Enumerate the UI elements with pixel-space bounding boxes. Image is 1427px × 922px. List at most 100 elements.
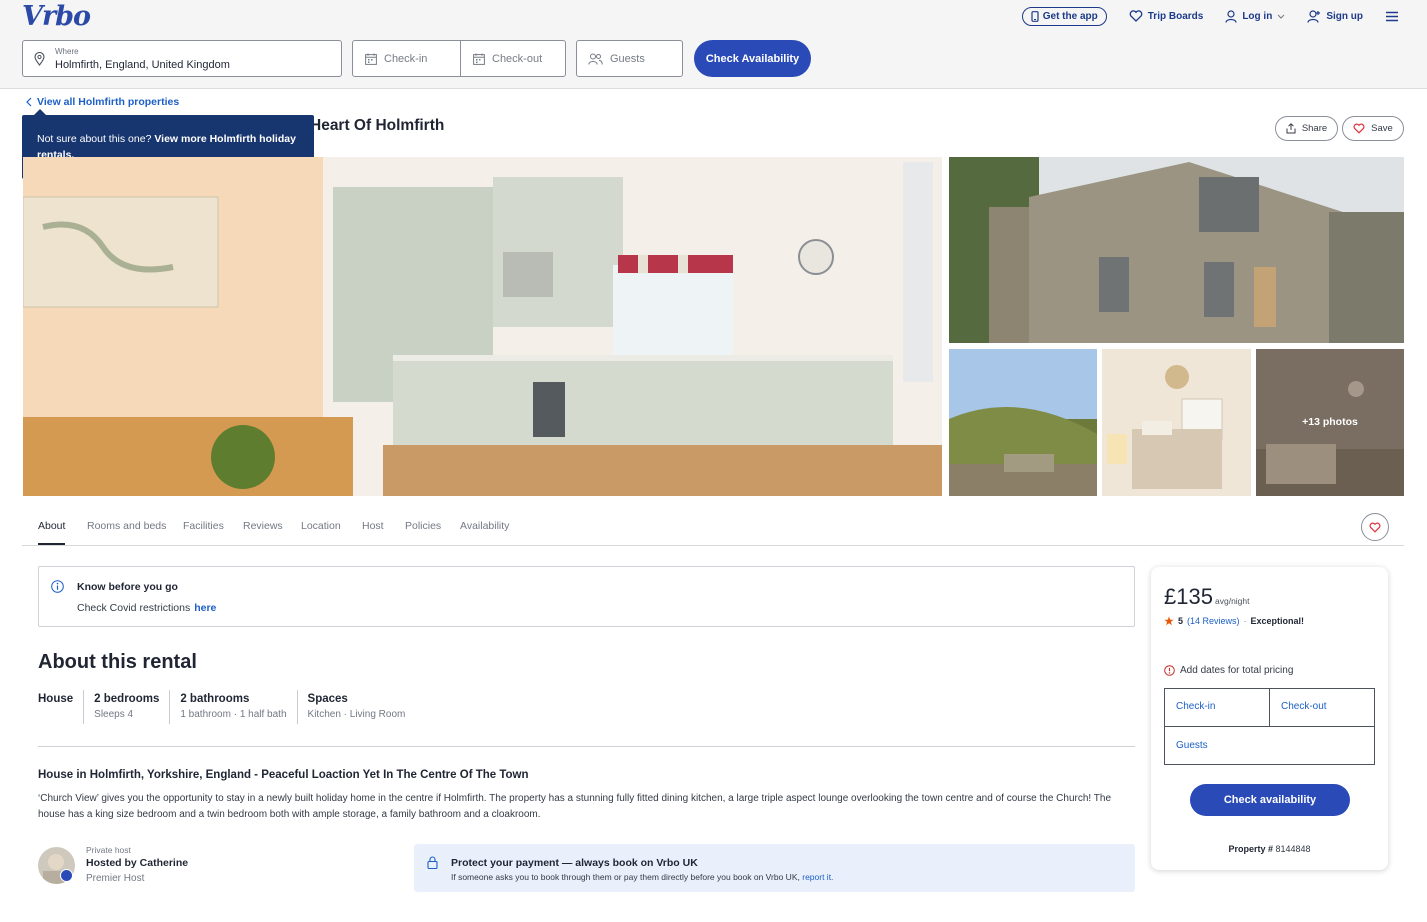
tab-host[interactable]: Host xyxy=(362,520,384,532)
guests-icon xyxy=(588,53,603,65)
get-app-button[interactable]: Get the app xyxy=(1021,6,1107,26)
host-tag: Premier Host xyxy=(86,873,145,884)
trip-boards-link[interactable]: Trip Boards xyxy=(1129,10,1204,22)
photo-bedroom[interactable] xyxy=(1102,349,1251,496)
fact-title: House xyxy=(38,693,74,705)
menu-button[interactable] xyxy=(1385,11,1399,22)
know-before-box: Know before you go Check Covid restricti… xyxy=(38,566,1135,627)
rating-row: 5 (14 Reviews) · Exceptional! xyxy=(1164,616,1304,626)
dates-field: Check-in Check-out xyxy=(352,40,566,77)
card-check-availability-button[interactable]: Check availability xyxy=(1190,784,1350,816)
rating-value: 5 xyxy=(1178,616,1184,626)
alert-icon xyxy=(1164,665,1175,676)
fact-type: House xyxy=(38,690,83,724)
location-pin-icon xyxy=(34,52,45,66)
calendar-icon xyxy=(473,53,485,65)
heart-icon xyxy=(1353,123,1365,134)
fact-sub: Kitchen · Living Room xyxy=(307,709,406,720)
vrbo-logo[interactable]: Vrbo xyxy=(22,1,91,32)
know-before-title: Know before you go xyxy=(77,581,178,593)
booking-dates-box: Check-in Check-out Guests xyxy=(1164,688,1375,765)
tooltip-text: Not sure about this one? xyxy=(37,133,152,145)
covid-link[interactable]: here xyxy=(194,602,216,614)
search-bar: Where Holmfirth, England, United Kingdom… xyxy=(0,40,1427,89)
guests-field[interactable]: Guests xyxy=(576,40,683,77)
share-label: Share xyxy=(1301,123,1328,134)
protect-text: If someone asks you to book through them… xyxy=(451,872,833,882)
star-icon xyxy=(1164,616,1174,626)
guests-placeholder: Guests xyxy=(610,52,645,65)
tab-facilities[interactable]: Facilities xyxy=(183,520,224,532)
tab-about[interactable]: About xyxy=(38,520,66,545)
back-link-label: View all Holmfirth properties xyxy=(37,96,180,108)
get-app-label: Get the app xyxy=(1042,10,1098,22)
card-check-in-field[interactable]: Check-in xyxy=(1165,689,1270,727)
fact-title: 2 bedrooms xyxy=(94,693,160,705)
premier-host-badge xyxy=(60,869,73,882)
tab-location[interactable]: Location xyxy=(301,520,341,532)
check-out-field[interactable]: Check-out xyxy=(460,41,567,76)
tab-rooms-and-beds[interactable]: Rooms and beds xyxy=(87,520,166,532)
chevron-left-icon xyxy=(26,97,32,107)
log-in-menu[interactable]: Log in xyxy=(1225,9,1285,23)
about-heading: About this rental xyxy=(38,651,197,673)
phone-icon xyxy=(1031,10,1039,22)
tab-availability[interactable]: Availability xyxy=(460,520,509,532)
where-label: Where xyxy=(55,47,79,56)
nightly-price: £135 xyxy=(1164,584,1213,609)
tab-policies[interactable]: Policies xyxy=(405,520,441,532)
sign-up-label: Sign up xyxy=(1326,10,1363,22)
favorite-button[interactable] xyxy=(1361,513,1389,541)
report-link[interactable]: report it. xyxy=(802,872,833,882)
photo-hillside[interactable] xyxy=(949,349,1097,496)
info-icon xyxy=(51,580,64,593)
hamburger-icon xyxy=(1386,11,1398,21)
share-button[interactable]: Share xyxy=(1275,116,1338,141)
booking-card: £135 avg/night 5 (14 Reviews) · Exceptio… xyxy=(1151,567,1388,870)
fact-title: Spaces xyxy=(307,693,348,705)
host-name: Hosted by Catherine xyxy=(86,857,189,869)
check-availability-button[interactable]: Check Availability xyxy=(694,40,811,77)
listing-title: Heart Of Holmfirth xyxy=(310,117,445,134)
check-in-field[interactable]: Check-in xyxy=(353,41,460,76)
heart-icon xyxy=(1369,522,1381,533)
photo-more[interactable]: +13 photos xyxy=(1256,349,1404,496)
fact-sub: Sleeps 4 xyxy=(94,709,134,720)
more-photos-label: +13 photos xyxy=(1302,416,1358,428)
top-bar: Vrbo Get the app Trip Boards Log in Sign… xyxy=(0,0,1427,40)
tab-reviews[interactable]: Reviews xyxy=(243,520,283,532)
sign-up-link[interactable]: Sign up xyxy=(1307,9,1363,23)
protect-title: Protect your payment — always book on Vr… xyxy=(451,857,698,869)
rating-separator: · xyxy=(1243,616,1247,626)
house-description: ‘Church View’ gives you the opportunity … xyxy=(38,793,1112,820)
card-guests-field[interactable]: Guests xyxy=(1165,727,1374,764)
where-field[interactable]: Where Holmfirth, England, United Kingdom xyxy=(22,40,342,77)
fact-sub: 1 bathroom · 1 half bath xyxy=(180,709,287,720)
protect-payment-banner: Protect your payment — always book on Vr… xyxy=(414,844,1135,892)
host-type: Private host xyxy=(86,845,131,855)
add-dates-text: Add dates for total pricing xyxy=(1180,665,1294,676)
reviews-link[interactable]: (14 Reviews) xyxy=(1187,616,1240,626)
top-actions: Get the app Trip Boards Log in Sign up xyxy=(1021,5,1399,27)
save-button[interactable]: Save xyxy=(1342,116,1404,141)
price-unit: avg/night xyxy=(1215,596,1250,606)
protect-body: If someone asks you to book through them… xyxy=(451,872,800,882)
heart-icon xyxy=(1129,10,1143,22)
log-in-label: Log in xyxy=(1242,10,1273,22)
property-number-value: 8144848 xyxy=(1275,844,1311,854)
where-input-value[interactable]: Holmfirth, England, United Kingdom xyxy=(55,59,230,71)
check-out-placeholder: Check-out xyxy=(492,52,543,65)
user-icon xyxy=(1225,9,1237,23)
fact-bedrooms: 2 bedrooms Sleeps 4 xyxy=(83,690,169,724)
check-in-placeholder: Check-in xyxy=(384,52,428,65)
section-tabs: About Rooms and beds Facilities Reviews … xyxy=(22,510,1404,546)
chevron-down-icon xyxy=(1277,14,1285,19)
rating-word: Exceptional! xyxy=(1250,616,1305,626)
back-link[interactable]: View all Holmfirth properties xyxy=(26,96,179,108)
trip-boards-label: Trip Boards xyxy=(1147,10,1204,22)
main-photo-kitchen[interactable] xyxy=(23,157,942,496)
photo-exterior[interactable] xyxy=(949,157,1404,343)
covid-label: Check Covid restrictions xyxy=(77,602,191,614)
fact-title: 2 bathrooms xyxy=(180,693,250,705)
card-check-out-field[interactable]: Check-out xyxy=(1270,689,1374,727)
